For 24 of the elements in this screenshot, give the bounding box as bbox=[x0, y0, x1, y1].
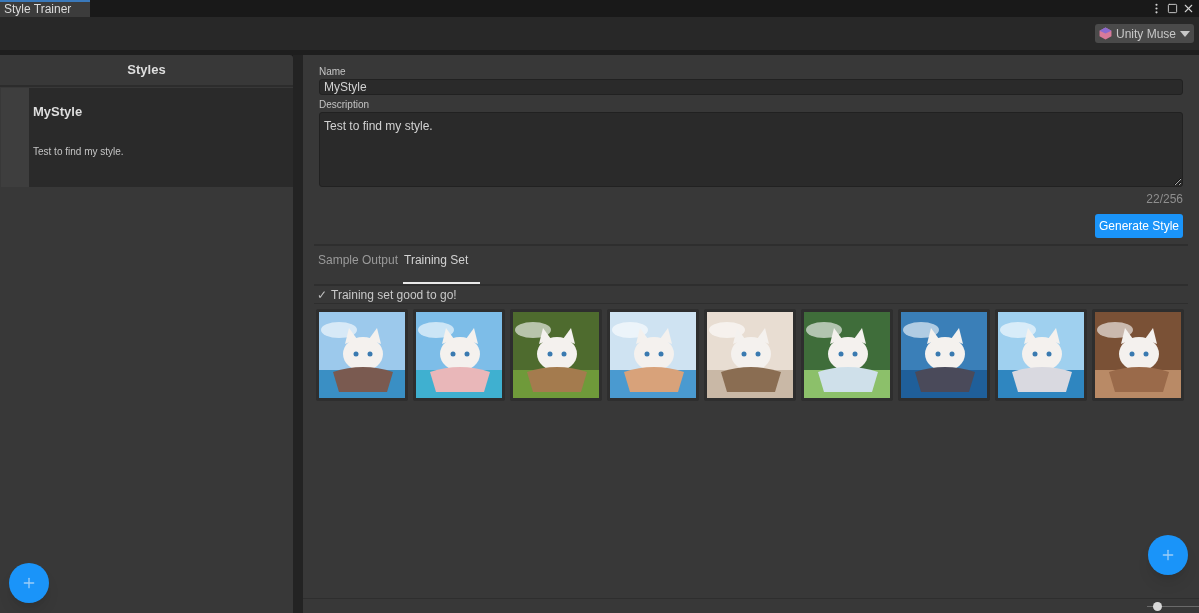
name-field[interactable]: MyStyle bbox=[319, 79, 1183, 95]
slider-thumb[interactable] bbox=[1153, 601, 1163, 611]
zoom-slider[interactable] bbox=[1147, 601, 1199, 611]
account-dropdown[interactable]: Unity Muse bbox=[1094, 24, 1194, 43]
add-style-button[interactable] bbox=[9, 563, 49, 603]
status-message: Training set good to go! bbox=[331, 286, 457, 304]
description-field[interactable]: Test to find my style. bbox=[319, 112, 1183, 187]
close-icon[interactable] bbox=[1182, 2, 1195, 15]
add-image-button[interactable] bbox=[1148, 535, 1188, 575]
cube-icon bbox=[1098, 27, 1112, 40]
character-counter: 22/256 bbox=[1146, 191, 1183, 208]
tab[interactable]: Sample Output bbox=[317, 246, 400, 284]
field-label: Description bbox=[319, 98, 371, 112]
caret-icon bbox=[1180, 30, 1190, 37]
field-label: Name bbox=[319, 65, 347, 79]
style-name: MyStyle bbox=[33, 103, 84, 121]
style-item[interactable]: MyStyle Test to find my style. bbox=[1, 88, 293, 187]
window-tab[interactable]: Style Trainer bbox=[0, 0, 90, 17]
tab[interactable]: Training Set bbox=[403, 246, 481, 284]
maximize-icon[interactable] bbox=[1167, 3, 1178, 14]
style-description: Test to find my style. bbox=[33, 144, 124, 159]
plus-icon bbox=[21, 575, 37, 591]
plus-icon bbox=[1160, 547, 1176, 563]
check-icon: ✓ bbox=[317, 285, 327, 304]
